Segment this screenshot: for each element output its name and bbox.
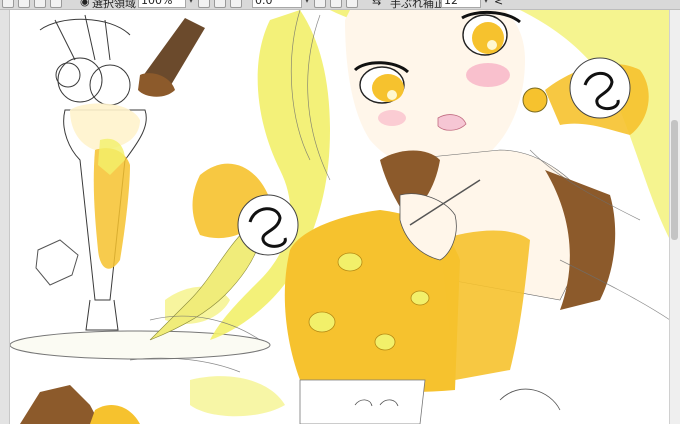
earring [522,87,548,113]
stabilizer-field[interactable]: 12 [441,0,481,8]
rotate-reset-button[interactable] [346,0,358,8]
scrollbar-thumb[interactable] [671,120,678,240]
blush-left [378,110,406,126]
chevron-down-icon[interactable]: ▾ [186,0,196,8]
tool-option-button-4[interactable] [50,0,62,8]
collapse-toolbar-icon[interactable]: < [494,0,503,9]
left-ornament [237,194,299,256]
selection-radio-icon[interactable]: ◉ [80,0,90,9]
selection-label: 選択領域 [92,0,136,10]
vertical-scrollbar[interactable] [669,10,680,424]
chevron-down-icon[interactable]: ▾ [302,0,312,8]
rotate-left-button[interactable] [314,0,326,8]
tool-option-button-1[interactable] [2,0,14,8]
tool-option-button-2[interactable] [18,0,30,8]
apron-white [299,379,426,424]
drawing-canvas[interactable] [0,10,680,424]
chevron-down-icon[interactable]: ▾ [481,0,491,8]
tool-property-bar: ◉ 選択領域 100% ▾ 0.0° ▾ ⇆ 手ぶれ補正 12 ▾ < [0,0,680,10]
zoom-field[interactable]: 100% [138,0,186,8]
flip-horizontal-icon[interactable]: ⇆ [372,0,381,9]
blush-right [466,63,510,87]
rotation-field[interactable]: 0.0° [252,0,302,8]
zoom-in-button[interactable] [198,0,210,8]
zoom-out-button[interactable] [214,0,226,8]
right-ornament [569,57,631,119]
left-panel-edge [0,10,10,424]
rotate-right-button[interactable] [330,0,342,8]
zoom-fit-button[interactable] [230,0,242,8]
stabilizer-label: 手ぶれ補正 [390,0,445,10]
tool-option-button-3[interactable] [34,0,46,8]
serving-tray [9,330,271,360]
